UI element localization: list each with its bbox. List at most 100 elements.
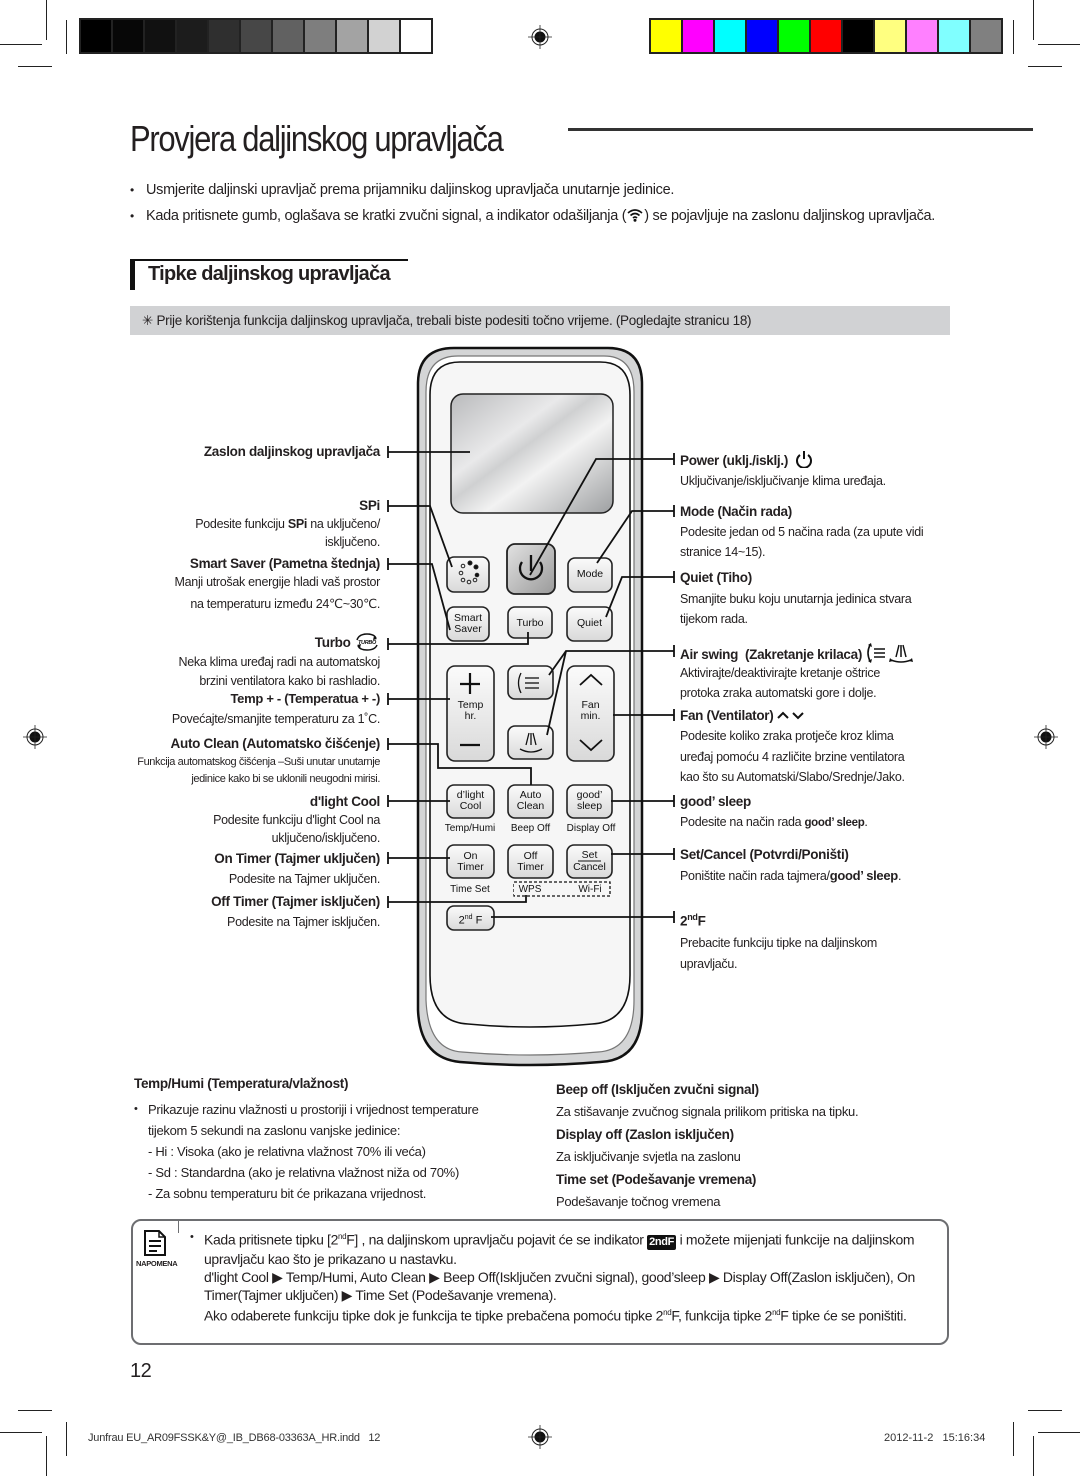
- temp-humi-heading: Temp/Humi (Temperatura/vlažnost): [134, 1076, 349, 1091]
- label-spi: SPi: [359, 498, 380, 513]
- second-f-letter: F: [697, 913, 706, 929]
- label-spi-desc-2: isključeno.: [324, 535, 380, 549]
- note-text: • Kada pritisnete tipku [2ndF] , na dalj…: [190, 1228, 935, 1324]
- label-smart-saver-desc-1: Manji utrošak energije hladi vaš prostor: [174, 575, 381, 589]
- label-dlight-desc-2: uključeno/isključeno.: [271, 831, 381, 845]
- label-air-swing: Air swing (Zakretanje krilaca): [680, 642, 915, 664]
- second-f-letter: F: [472, 914, 483, 927]
- footer-timestamp: 2012-11-2 15:16:34: [884, 1432, 986, 1444]
- beep-off-description: Za stišavanje zvučnog signala prilikom p…: [556, 1104, 859, 1119]
- label-fan: Fan (Ventilator): [680, 706, 805, 725]
- label-power: Power (uklj./isklj.): [680, 450, 813, 470]
- note-text-part: F tipke će se poništiti.: [780, 1307, 907, 1324]
- fan-speed-icons: [777, 711, 804, 720]
- turbo-button-label[interactable]: Turbo: [508, 618, 552, 629]
- label-on-timer-desc: Podesite na Tajmer uključen.: [228, 872, 380, 886]
- time-set-heading: Time set (Podešavanje vremena): [556, 1172, 757, 1187]
- label-fan-desc-1: Podesite koliko zraka protječe kroz klim…: [680, 729, 894, 743]
- display-off-heading: Display off (Zaslon isključen): [556, 1127, 734, 1142]
- label-dlight-desc-1: Podesite funkciju d'light Cool na: [213, 813, 380, 827]
- second-function-label[interactable]: 2nd F: [447, 912, 494, 927]
- second-f-sup: nd: [687, 912, 698, 922]
- label-second-f-desc-2: upravljaču.: [680, 957, 738, 971]
- fan-rocker-label[interactable]: Fan min.: [567, 700, 614, 722]
- label-air-swing-desc-1: Aktivirajte/deaktivirajte kretanje oštri…: [680, 666, 880, 680]
- remote-display: [450, 393, 614, 514]
- label-auto-clean: Auto Clean (Automatsko čišćenje): [170, 736, 381, 751]
- set-cancel-label[interactable]: Set Cancel: [567, 849, 612, 873]
- second-f-sup: nd: [464, 914, 473, 921]
- note-box-tick: [178, 1219, 179, 1233]
- timer-label: Timer: [457, 861, 484, 873]
- fan-title: Fan (Ventilator): [680, 708, 774, 723]
- mode-button-label[interactable]: Mode: [568, 569, 612, 580]
- swing-icons: [867, 643, 914, 663]
- power-title: Power (uklj./isklj.): [680, 453, 789, 468]
- wps-secondary-label: WPS: [514, 884, 546, 895]
- label-second-f: 2ndF: [680, 908, 706, 931]
- good-sleep-desc-bold: good’ sleep: [804, 817, 865, 829]
- note-label: NAPOMENA: [136, 1259, 178, 1268]
- hr-label: hr.: [464, 710, 477, 722]
- temp-humi-sd: - Sd : Standardna (ako je relativna vlaž…: [148, 1165, 459, 1180]
- label-off-timer-desc: Podesite na Tajmer isključen.: [227, 915, 380, 929]
- second-f-indicator-badge: 2ndF: [647, 1234, 677, 1250]
- temp-humi-room: - Za sobnu temperaturu bit će prikazana …: [148, 1186, 427, 1201]
- note-sup: nd: [338, 1232, 347, 1241]
- time-set-secondary-label: Time Set: [450, 884, 490, 895]
- label-on-timer: On Timer (Tajmer uključen): [214, 851, 380, 866]
- turbo-title: Turbo: [314, 635, 351, 650]
- label-dlight-cool: d'light Cool: [309, 794, 380, 809]
- temp-rocker-label[interactable]: Temp hr.: [447, 700, 494, 722]
- power-icon: [795, 451, 812, 469]
- label-mode-desc-2: stranice 14~15).: [680, 545, 766, 559]
- set-cancel-desc-bold: good’ sleep: [829, 868, 899, 883]
- note-mapping-line: d'light Cool ▶ Temp/Humi, Auto Clean ▶ B…: [204, 1268, 915, 1303]
- cancel-label: Cancel: [573, 861, 606, 873]
- label-power-desc: Uključivanje/isključivanje klima uređaja…: [680, 474, 886, 488]
- label-mode-desc-1: Podesite jedan od 5 načina rada (za uput…: [680, 525, 924, 539]
- good-sleep-desc-text: .: [864, 815, 868, 829]
- label-second-f-desc-1: Prebacite funkciju tipke na daljinskom: [680, 936, 878, 950]
- on-timer-label[interactable]: On Timer: [447, 851, 494, 873]
- note-text-part: F, funkcija tipke 2: [671, 1307, 773, 1324]
- spi-desc-bold: SPi: [287, 517, 308, 531]
- display-off-secondary-label: Display Off: [566, 823, 616, 834]
- label-air-swing-desc-2: protoka zraka automatski gore i dolje.: [680, 686, 877, 700]
- temp-humi-bullet: • Prikazuje razinu vlažnosti u prostoriji…: [134, 1102, 479, 1138]
- label-good-sleep-desc: Podesite na način rada good’ sleep.: [680, 813, 868, 833]
- label-smart-saver-desc-2: na temperaturu između 24℃~30℃.: [190, 597, 380, 611]
- set-cancel-desc-text: Poništite način rada tajmera/: [680, 869, 830, 883]
- note-text-part: Ako odaberete funkciju tipke dok je funk…: [204, 1307, 664, 1324]
- smart-saver-label[interactable]: Smart Saver: [447, 613, 489, 635]
- timer-label: Timer: [517, 861, 544, 873]
- label-turbo-desc-1: Neka klima uređaj radi na automatskoj: [178, 655, 380, 669]
- clean-label: Clean: [516, 800, 545, 812]
- good-sleep-label[interactable]: good’ sleep: [567, 790, 612, 812]
- beep-off-secondary-label: Beep Off: [510, 823, 551, 834]
- set-cancel-desc-text: .: [897, 869, 902, 883]
- label-fan-desc-3: kao što su Automatski/Slabo/Srednje/Jako…: [680, 770, 905, 784]
- display-off-description: Za isključivanje svjetla na zaslonu: [556, 1149, 741, 1164]
- label-set-cancel-desc: Poništite način rada tajmera/good’ sleep…: [680, 866, 901, 886]
- label-mode: Mode (Način rada): [680, 504, 792, 519]
- temp-humi-description: • Prikazuje razinu vlažnosti u prostoriji…: [134, 1099, 534, 1204]
- dlight-cool-label[interactable]: d’light Cool: [447, 790, 494, 812]
- footer-filename: Junfrau EU_AR09FSSK&Y@_IB_DB68-03363A_HR…: [88, 1432, 381, 1444]
- page-number: 12: [130, 1360, 152, 1382]
- label-auto-clean-desc-2: jedinice kako bi se uklonili neugodni mi…: [191, 773, 380, 785]
- label-good-sleep: good’ sleep: [680, 794, 751, 809]
- temp-humi-secondary-label: Temp/Humi: [444, 823, 496, 834]
- off-timer-label[interactable]: Off Timer: [508, 851, 553, 873]
- auto-clean-label[interactable]: Auto Clean: [508, 790, 553, 812]
- note-text-part: F] , na daljinskom upravljaču pojavit će…: [346, 1231, 648, 1248]
- spi-desc-text: na uključeno/: [307, 517, 380, 531]
- temp-humi-bullet-1: Prikazuje razinu vlažnosti u prostoriji …: [148, 1102, 479, 1117]
- label-off-timer: Off Timer (Tajmer isključen): [211, 894, 380, 909]
- quiet-button-label[interactable]: Quiet: [567, 618, 612, 629]
- set-label: Set: [581, 849, 598, 861]
- label-temp: Temp + - (Temperatua + -): [230, 691, 381, 706]
- label-temp-desc: Povećajte/smanjite temperaturu za 1˚C.: [171, 712, 380, 726]
- spi-desc-text: Podesite funkciju: [195, 517, 288, 531]
- saver-label: Saver: [454, 623, 482, 635]
